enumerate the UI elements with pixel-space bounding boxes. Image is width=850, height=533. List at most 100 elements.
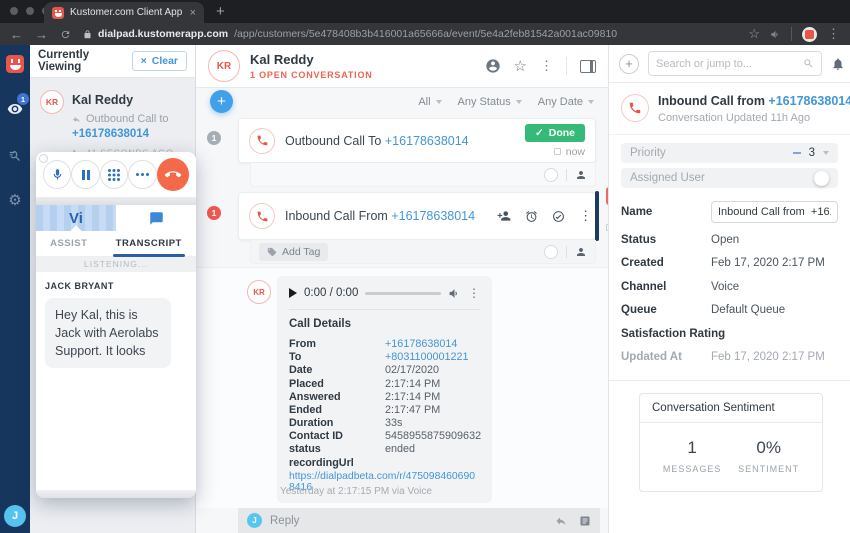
bookmark-star-icon[interactable]: ☆ — [748, 26, 760, 42]
tab-chat[interactable] — [116, 205, 196, 231]
hold-pause-button[interactable] — [71, 160, 99, 189]
mark-done-icon[interactable] — [552, 210, 565, 223]
event-label: Outbound Call to — [86, 113, 169, 125]
reply-bar[interactable]: J Reply — [238, 508, 600, 533]
tab-close-icon[interactable]: × — [190, 7, 196, 19]
kustomer-logo[interactable] — [6, 55, 24, 73]
clear-button[interactable]: ×Clear — [132, 51, 187, 71]
widget-drag-band[interactable] — [36, 197, 196, 205]
lock-icon — [83, 30, 92, 39]
inbound-call-title: Inbound Call From — [285, 209, 388, 223]
pause-icon — [82, 170, 90, 180]
reply-arrow-icon — [72, 115, 81, 124]
user-avatar[interactable]: J — [4, 505, 26, 527]
notifications-bell-icon[interactable] — [831, 57, 845, 71]
tab-muted-icon[interactable] — [770, 29, 781, 40]
assign-circle-icon[interactable] — [544, 245, 558, 259]
toggle-sidebar-icon[interactable] — [580, 60, 596, 73]
address-bar[interactable]: dialpad.kustomerapp.com/app/customers/5e… — [83, 28, 736, 40]
messages-value: 1 — [663, 438, 722, 458]
filter-any-date[interactable]: Any Date — [538, 96, 594, 108]
url-host: dialpad.kustomerapp.com — [98, 28, 228, 40]
chevron-down-icon[interactable] — [823, 151, 829, 155]
inbound-call-card[interactable]: Inbound Call From +16178638014 ⋮ Open 11… — [238, 192, 596, 240]
customer-profile-icon[interactable] — [485, 58, 501, 74]
outbound-card-footer — [250, 163, 596, 187]
selected-indicator — [595, 191, 599, 241]
browser-tab[interactable]: Kustomer.com Client App × — [44, 2, 204, 23]
assign-circle-icon[interactable] — [544, 168, 558, 182]
timeline-node-outbound: 1 — [207, 131, 221, 145]
panel-title: Inbound Call from — [658, 94, 765, 108]
favorite-star-icon[interactable]: ☆ — [514, 57, 527, 75]
viewed-customer-card[interactable]: KR Kal Reddy Outbound Call to +161786380… — [30, 78, 195, 158]
add-tag-button[interactable]: Add Tag — [259, 243, 328, 261]
add-new-icon[interactable]: + — [619, 54, 639, 74]
currently-viewing-icon[interactable]: 1 — [0, 101, 30, 117]
search-nav-icon[interactable] — [0, 149, 30, 163]
keypad-button[interactable] — [100, 160, 128, 189]
reply-placeholder[interactable]: Reply — [270, 515, 299, 527]
notes-icon[interactable] — [579, 515, 591, 527]
sentiment-title: Conversation Sentiment — [640, 394, 822, 423]
name-input[interactable] — [711, 201, 838, 223]
tab-assist[interactable]: ASSIST — [50, 238, 87, 249]
assignee-circle-icon[interactable] — [814, 171, 829, 186]
kustomer-extension-icon[interactable] — [802, 27, 817, 42]
message-avatar: KR — [247, 280, 271, 304]
sentiment-value: 0% — [738, 438, 799, 458]
done-button[interactable]: ✓Done — [525, 124, 585, 142]
detail-row: To+8031100001221 — [289, 351, 480, 364]
divider — [566, 169, 567, 181]
message-area: KR 0:00 / 0:00 ⋮ Call Details From+16178… — [196, 267, 608, 508]
inbound-phone-link[interactable]: +16178638014 — [391, 209, 475, 223]
open-conversation-count: 1 OPEN CONVERSATION — [250, 70, 373, 80]
seek-slider[interactable] — [365, 292, 441, 295]
keypad-icon — [108, 169, 111, 172]
priority-value: 3 — [809, 147, 815, 159]
calendar-icon — [554, 148, 561, 155]
new-conversation-button[interactable]: + — [210, 90, 233, 113]
panel-title-phone[interactable]: +16178638014 — [768, 94, 850, 108]
mute-mic-button[interactable] — [43, 160, 71, 189]
header-menu-icon[interactable]: ⋮ — [540, 58, 553, 74]
filter-all[interactable]: All — [418, 96, 441, 108]
new-tab-button[interactable]: + — [216, 3, 225, 20]
follower-icon[interactable] — [575, 246, 587, 258]
settings-gear-icon[interactable]: ⚙ — [0, 191, 30, 209]
dialpad-call-widget: Vi ASSIST TRANSCRIPT LISTENING... JACK B… — [36, 152, 196, 498]
event-phone-link[interactable]: +16178638014 — [72, 128, 173, 140]
card-menu-icon[interactable]: ⋮ — [579, 208, 592, 224]
assigned-user-control[interactable]: Assigned User — [621, 168, 838, 188]
url-path: /app/customers/5e478408b3b416001a65666a/… — [234, 28, 617, 40]
search-input[interactable] — [656, 58, 798, 70]
tab-transcript[interactable]: TRANSCRIPT — [116, 238, 182, 249]
filter-any-status[interactable]: Any Status — [458, 96, 522, 108]
widget-footer-band[interactable] — [36, 490, 196, 498]
volume-icon[interactable] — [448, 287, 461, 300]
play-icon[interactable] — [289, 288, 297, 298]
follower-icon[interactable] — [575, 169, 587, 181]
outbound-phone-link[interactable]: +16178638014 — [385, 134, 469, 148]
snooze-alarm-icon[interactable] — [525, 210, 538, 223]
viewing-count-badge: 1 — [17, 93, 29, 105]
expand-icon[interactable] — [39, 154, 48, 163]
forward-icon[interactable]: → — [35, 28, 48, 41]
search-box[interactable] — [648, 51, 822, 76]
reload-icon[interactable] — [60, 29, 71, 40]
reply-arrow-icon[interactable] — [555, 515, 567, 527]
hangup-button[interactable] — [157, 158, 189, 191]
outbound-call-card[interactable]: Outbound Call To +16178638014 ✓Done now — [238, 118, 596, 163]
browser-menu-icon[interactable]: ⋮ — [827, 26, 840, 42]
toolbar-divider — [791, 27, 792, 41]
field-status: Status Open — [621, 233, 838, 247]
clear-x-icon: × — [141, 55, 147, 67]
add-collaborator-icon[interactable] — [497, 209, 511, 223]
player-menu-icon[interactable]: ⋮ — [468, 286, 480, 300]
more-options-button[interactable] — [128, 160, 156, 189]
back-icon[interactable]: ← — [10, 28, 23, 41]
priority-control[interactable]: Priority 3 — [621, 143, 838, 163]
divider — [566, 246, 567, 258]
field-channel: Channel Voice — [621, 280, 838, 294]
priority-decrement-icon[interactable] — [793, 152, 801, 154]
